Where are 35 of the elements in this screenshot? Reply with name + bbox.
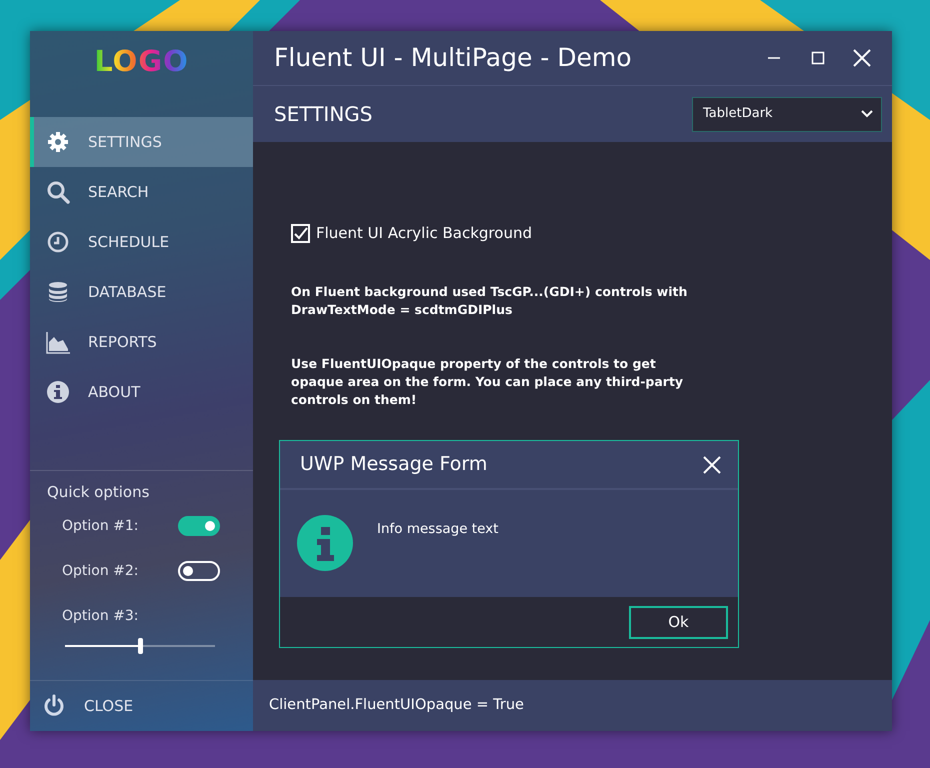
- close-icon: [703, 456, 721, 474]
- page-title: SETTINGS: [274, 101, 374, 128]
- dialog-title: UWP Message Form: [300, 452, 488, 478]
- option-label: Option #3:: [62, 606, 140, 626]
- sidebar-item[interactable]: SETTINGS: [30, 117, 253, 167]
- database-icon: [46, 280, 70, 304]
- chevron-down-icon: [861, 110, 873, 118]
- maximize-icon: [811, 51, 825, 65]
- info-icon: [297, 515, 353, 571]
- sidebar-item[interactable]: REPORTS: [30, 317, 253, 367]
- sidebar-item[interactable]: ABOUT: [30, 367, 253, 417]
- option-label: Option #2:: [62, 562, 140, 580]
- checkbox[interactable]: [291, 224, 310, 243]
- power-icon: [42, 694, 66, 718]
- option-label: Option #1:: [62, 516, 140, 536]
- info-paragraph: Use FluentUIOpaque property of the controls to get opaque area on the form. You can place any third-party controls on them!: [291, 354, 684, 408]
- sidebar-item[interactable]: SEARCH: [30, 167, 253, 217]
- status-text: ClientPanel.FluentUIOpaque = True: [253, 680, 892, 731]
- ok-button[interactable]: Ok: [629, 606, 728, 638]
- theme-dropdown[interactable]: TabletDark: [692, 96, 882, 132]
- message-text: Info message text: [377, 520, 498, 539]
- close-icon: [853, 49, 871, 67]
- clock-icon: [46, 230, 70, 254]
- section-title: Quick options: [47, 482, 150, 503]
- sidebar-item[interactable]: DATABASE: [30, 267, 253, 317]
- window-title: Fluent UI - MultiPage - Demo: [274, 42, 633, 74]
- info-paragraph: On Fluent background used TscGP...(GDI+) controls with DrawTextMode = scdtmGDIPlus: [291, 282, 688, 318]
- search-icon: [46, 180, 70, 204]
- checkbox-label: Fluent UI Acrylic Background: [316, 223, 532, 244]
- gear-icon: [46, 130, 70, 154]
- area-chart-icon: [46, 330, 70, 354]
- sidebar-item[interactable]: SCHEDULE: [30, 217, 253, 267]
- toggle-switch[interactable]: [178, 516, 220, 536]
- info-icon: [46, 380, 70, 404]
- slider-thumb[interactable]: [138, 638, 143, 654]
